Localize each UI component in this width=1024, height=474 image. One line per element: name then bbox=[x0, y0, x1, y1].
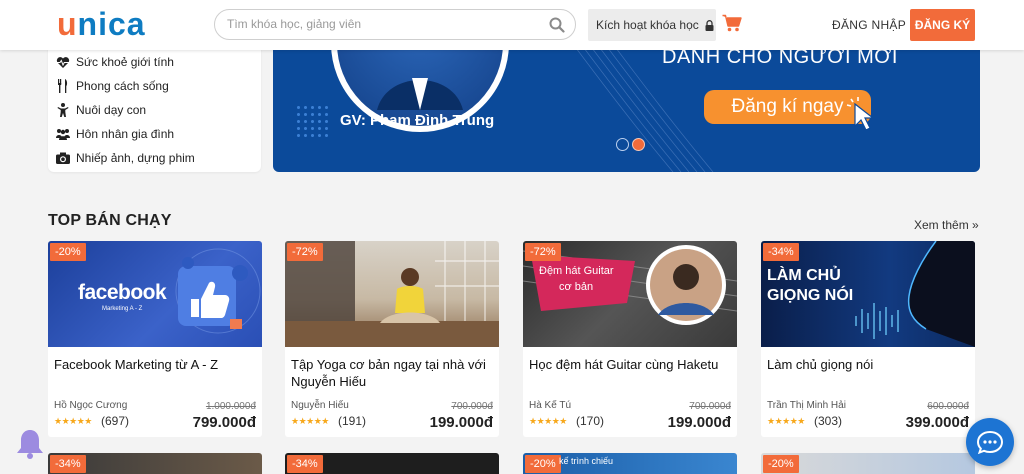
course-price: 399.000đ bbox=[905, 414, 969, 431]
category-label: Nhiếp ảnh, dựng phim bbox=[76, 151, 195, 165]
course-thumbnail: facebook Marketing A - Z -20% bbox=[48, 241, 262, 347]
section-title: TOP BÁN CHẠY bbox=[48, 212, 172, 229]
course-old-price: 600.000đ bbox=[927, 401, 969, 412]
course-title[interactable]: Học đệm hát Guitar cùng Haketu bbox=[529, 356, 729, 373]
course-card[interactable]: -72% Tập Yoga cơ bản ngay tại nhà với Ng… bbox=[285, 241, 499, 437]
heartbeat-icon bbox=[56, 55, 70, 69]
course-card[interactable]: LÀM CHỦ GIỌNG NÓI -34% Làm chủ giọng nói… bbox=[761, 241, 975, 437]
login-link[interactable]: ĐĂNG NHẬP bbox=[832, 18, 906, 32]
rating-stars-icon: ★★★★★ bbox=[54, 416, 92, 426]
discount-badge: -34% bbox=[50, 455, 86, 473]
discount-badge: -34% bbox=[763, 243, 799, 261]
course-card[interactable]: -34% bbox=[285, 453, 499, 474]
thumbnail-subtitle: Marketing A - Z bbox=[102, 306, 143, 312]
chat-button[interactable] bbox=[966, 418, 1014, 466]
child-icon bbox=[56, 103, 70, 117]
course-author: Nguyễn Hiếu bbox=[291, 400, 349, 411]
course-card[interactable]: -34% bbox=[48, 453, 262, 474]
review-count: (170) bbox=[576, 414, 605, 428]
category-label: Phong cách sống bbox=[76, 79, 169, 93]
activate-course-label: Kích hoạt khóa học bbox=[596, 18, 699, 32]
family-icon bbox=[56, 127, 70, 141]
course-card[interactable]: facebook Marketing A - Z -20% Facebook M… bbox=[48, 241, 262, 437]
course-thumbnail: Đệm hát Guitar cơ bản -72% bbox=[523, 241, 737, 347]
course-author: Hà Kế Tú bbox=[529, 400, 572, 411]
unica-logo[interactable]: unica bbox=[57, 6, 146, 43]
carousel-dot[interactable] bbox=[616, 138, 629, 151]
course-thumbnail: LÀM CHỦ GIỌNG NÓI -34% bbox=[761, 241, 975, 347]
rating-stars-icon: ★★★★★ bbox=[767, 416, 805, 426]
course-card[interactable]: -20% bbox=[761, 453, 975, 474]
search-box bbox=[214, 9, 576, 40]
course-thumbnail: -72% bbox=[285, 241, 499, 347]
category-item-sex-health[interactable]: Sức khoẻ giới tính bbox=[56, 54, 174, 70]
cursor-click-icon bbox=[846, 97, 875, 131]
thumbnail-subtitle: GIỌNG NÓI bbox=[767, 287, 854, 304]
course-title[interactable]: Tập Yoga cơ bản ngay tại nhà với Nguyễn … bbox=[291, 356, 491, 390]
discount-badge: -72% bbox=[525, 243, 561, 261]
thumbnail-title: Đệm hát Guitar bbox=[539, 265, 614, 277]
course-old-price: 700.000đ bbox=[451, 401, 493, 412]
register-button[interactable]: ĐĂNG KÝ bbox=[910, 9, 975, 41]
category-label: Nuôi dạy con bbox=[76, 103, 147, 117]
see-more-link[interactable]: Xem thêm » bbox=[914, 218, 979, 232]
carousel-dot-active[interactable] bbox=[632, 138, 645, 151]
category-menu: Sức khoẻ giới tính Phong cách sống Nuôi … bbox=[48, 44, 261, 172]
discount-badge: -72% bbox=[287, 243, 323, 261]
discount-badge: -34% bbox=[287, 455, 323, 473]
search-input[interactable] bbox=[227, 17, 547, 31]
review-count: (191) bbox=[338, 414, 367, 428]
activate-course-button[interactable]: Kích hoạt khóa học bbox=[588, 9, 716, 41]
course-author: Trần Thị Minh Hải bbox=[767, 400, 846, 411]
discount-badge: -20% bbox=[50, 243, 86, 261]
rating-stars-icon: ★★★★★ bbox=[291, 416, 329, 426]
course-price: 799.000đ bbox=[192, 414, 256, 431]
lock-icon bbox=[705, 19, 714, 31]
category-item-lifestyle[interactable]: Phong cách sống bbox=[56, 78, 169, 94]
chat-bubble-icon bbox=[977, 430, 1003, 454]
shopping-cart-icon[interactable] bbox=[722, 14, 742, 32]
banner-teacher-name: GV: Phạm Đình Trung bbox=[340, 112, 495, 129]
site-header: unica Kích hoạt khóa học ĐĂNG NHẬP ĐĂNG … bbox=[0, 0, 1024, 50]
cutlery-icon bbox=[56, 79, 70, 93]
course-price: 199.000đ bbox=[429, 414, 493, 431]
category-item-parenting[interactable]: Nuôi dạy con bbox=[56, 102, 146, 118]
course-title[interactable]: Facebook Marketing từ A - Z bbox=[54, 356, 254, 373]
course-card[interactable]: Đệm hát Guitar cơ bản -72% Học đệm hát G… bbox=[523, 241, 737, 437]
course-author: Hồ Ngọc Cương bbox=[54, 400, 128, 411]
review-count: (303) bbox=[814, 414, 843, 428]
thumbnail-title: kế trình chiếu bbox=[559, 456, 614, 466]
discount-badge: -20% bbox=[525, 455, 561, 473]
category-label: Hôn nhân gia đình bbox=[76, 127, 175, 141]
camera-icon bbox=[56, 151, 70, 165]
course-title[interactable]: Làm chủ giọng nói bbox=[767, 356, 967, 373]
discount-badge: -20% bbox=[763, 455, 799, 473]
thumbnail-subtitle: cơ bản bbox=[559, 281, 594, 293]
course-old-price: 1.000.000đ bbox=[205, 401, 256, 412]
category-item-photography[interactable]: Nhiếp ảnh, dựng phim bbox=[56, 150, 195, 166]
notification-bell-icon[interactable] bbox=[15, 428, 45, 460]
course-price: 199.000đ bbox=[667, 414, 731, 431]
category-label: Sức khoẻ giới tính bbox=[76, 55, 174, 69]
course-old-price: 700.000đ bbox=[689, 401, 731, 412]
course-card[interactable]: -20% kế trình chiếu bbox=[523, 453, 737, 474]
rating-stars-icon: ★★★★★ bbox=[529, 416, 567, 426]
search-icon[interactable] bbox=[549, 17, 565, 33]
thumbnail-title: LÀM CHỦ bbox=[767, 267, 841, 284]
thumbnail-title: facebook bbox=[78, 281, 167, 304]
review-count: (697) bbox=[101, 414, 130, 428]
promo-banner[interactable]: GV: Phạm Đình Trung DÀNH CHO NGƯỜI MỚI Đ… bbox=[273, 44, 980, 172]
category-item-family[interactable]: Hôn nhân gia đình bbox=[56, 126, 174, 142]
